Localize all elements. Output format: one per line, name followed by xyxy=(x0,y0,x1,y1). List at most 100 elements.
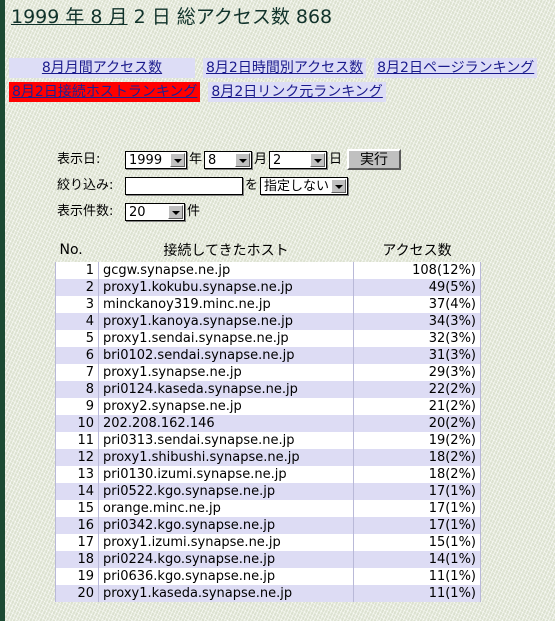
table-row: 7 proxy1.synapse.ne.jp 29(3%) xyxy=(55,364,481,381)
cell-rank: 14 xyxy=(55,483,99,500)
cell-rank: 16 xyxy=(55,517,99,534)
cell-rank: 19 xyxy=(55,568,99,585)
page-title: 1999 年 8 月 2 日 総アクセス数 868 xyxy=(11,5,332,29)
cell-host: pri0522.kgo.synapse.ne.jp xyxy=(98,483,354,500)
month-select-value: 8 xyxy=(208,152,217,168)
filter-label: 絞り込み: xyxy=(57,178,114,193)
nav-link-host-ranking-active[interactable]: 8月2日接続ホストランキング xyxy=(9,82,201,102)
header-no: No. xyxy=(59,242,83,258)
chevron-down-icon[interactable] xyxy=(168,204,183,219)
count-select-value: 20 xyxy=(129,204,146,220)
cell-access-count: 17(1%) xyxy=(353,483,481,500)
cell-access-count: 15(1%) xyxy=(353,534,481,551)
table-row: 3 minckanoy319.minc.ne.jp 37(4%) xyxy=(55,296,481,313)
day-select[interactable]: 2 xyxy=(269,150,328,169)
table-row: 9 proxy2.synapse.ne.jp 21(2%) xyxy=(55,398,481,415)
cell-rank: 1 xyxy=(55,262,99,279)
table-row: 19 pri0636.kgo.synapse.ne.jp 11(1%) xyxy=(55,568,481,585)
year-select-value: 1999 xyxy=(129,152,163,168)
nav-link-hourly-access[interactable]: 8月2日時間別アクセス数 xyxy=(203,58,367,78)
navigation-links: 8月月間アクセス数 8月2日時間別アクセス数 8月2日ページランキング 8月2日接続… xyxy=(9,58,549,106)
cell-host: proxy1.shibushi.synapse.ne.jp xyxy=(98,449,354,466)
form-row-count: 表示件数: 20 件 xyxy=(57,200,401,223)
cell-access-count: 20(2%) xyxy=(353,415,481,432)
ranking-table-head: No. 接続してきたホスト アクセス数 xyxy=(56,240,481,262)
cell-rank: 2 xyxy=(55,279,99,296)
form-row-filter: 絞り込み: を指定しない xyxy=(57,174,401,197)
cell-host: 202.208.162.146 xyxy=(98,415,354,432)
cell-host: proxy1.sendai.synapse.ne.jp xyxy=(98,330,354,347)
table-row: 11 pri0313.sendai.synapse.ne.jp 19(2%) xyxy=(55,432,481,449)
page-title-date: 1999 年 8 月 xyxy=(11,6,128,28)
ranking-table: No. 接続してきたホスト アクセス数 1 gcgw.synapse.ne.jp 1… xyxy=(55,240,481,602)
table-row: 4 proxy1.kanoya.synapse.ne.jp 34(3%) xyxy=(55,313,481,330)
day-unit-label: 日 xyxy=(329,152,343,167)
nav-link-monthly-access[interactable]: 8月月間アクセス数 xyxy=(9,58,195,78)
cell-rank: 6 xyxy=(55,347,99,364)
cell-access-count: 11(1%) xyxy=(353,568,481,585)
chevron-down-icon[interactable] xyxy=(235,152,251,167)
table-header-row: No. 接続してきたホスト アクセス数 xyxy=(56,240,481,262)
table-row: 5 proxy1.sendai.synapse.ne.jp 32(3%) xyxy=(55,330,481,347)
table-row: 15 orange.minc.ne.jp 17(1%) xyxy=(55,500,481,517)
table-row: 8 pri0124.kaseda.synapse.ne.jp 22(2%) xyxy=(55,381,481,398)
submit-button[interactable]: 実行 xyxy=(347,149,402,170)
cell-host: pri0224.kgo.synapse.ne.jp xyxy=(98,551,354,568)
cell-rank: 18 xyxy=(55,551,99,568)
cell-rank: 4 xyxy=(55,313,99,330)
cell-host: minckanoy319.minc.ne.jp xyxy=(98,296,354,313)
chevron-down-icon[interactable] xyxy=(331,178,347,193)
nav-link-page-ranking[interactable]: 8月2日ページランキング xyxy=(374,58,538,78)
chevron-down-icon[interactable] xyxy=(170,152,185,167)
nav-link-referrer-ranking[interactable]: 8月2日リンク元ランキング xyxy=(208,82,386,102)
cell-access-count: 18(2%) xyxy=(353,466,481,483)
cell-host: proxy1.izumi.synapse.ne.jp xyxy=(98,534,354,551)
cell-rank: 15 xyxy=(55,500,99,517)
ranking-table-body: 1 gcgw.synapse.ne.jp 108(12%) 2 proxy1.kokub… xyxy=(55,262,481,602)
cell-host: proxy1.synapse.ne.jp xyxy=(98,364,354,381)
cell-access-count: 17(1%) xyxy=(353,500,481,517)
cell-host: pri0130.izumi.synapse.ne.jp xyxy=(98,466,354,483)
cell-host: pri0342.kgo.synapse.ne.jp xyxy=(98,517,354,534)
cell-rank: 12 xyxy=(55,449,99,466)
cell-access-count: 31(3%) xyxy=(353,347,481,364)
year-select[interactable]: 1999 xyxy=(125,150,187,169)
table-row: 1 gcgw.synapse.ne.jp 108(12%) xyxy=(55,262,481,279)
table-row: 18 pri0224.kgo.synapse.ne.jp 14(1%) xyxy=(55,551,481,568)
cell-host: pri0313.sendai.synapse.ne.jp xyxy=(98,432,354,449)
filter-input[interactable] xyxy=(125,176,243,195)
header-count: アクセス数 xyxy=(382,243,452,259)
cell-access-count: 17(1%) xyxy=(353,517,481,534)
year-unit-label: 年 xyxy=(189,152,203,167)
cell-access-count: 18(2%) xyxy=(353,449,481,466)
left-border-strip xyxy=(0,0,5,621)
filter-mode-select[interactable]: 指定しない xyxy=(260,176,349,195)
ranking-table-wrapper: No. 接続してきたホスト アクセス数 1 gcgw.synapse.ne.jp 1… xyxy=(55,240,481,602)
table-row: 20 proxy1.kaseda.synapse.ne.jp 11(1%) xyxy=(55,585,481,602)
nav-row-2: 8月2日接続ホストランキング 8月2日リンク元ランキング xyxy=(9,82,549,104)
cell-rank: 7 xyxy=(55,364,99,381)
month-select[interactable]: 8 xyxy=(204,150,253,169)
table-row: 6 bri0102.sendai.synapse.ne.jp 31(3%) xyxy=(55,347,481,364)
nav-row-1: 8月月間アクセス数 8月2日時間別アクセス数 8月2日ページランキング xyxy=(9,58,549,80)
display-count-label: 表示件数: xyxy=(57,204,114,219)
table-row: 12 proxy1.shibushi.synapse.ne.jp 18(2%) xyxy=(55,449,481,466)
table-row: 17 proxy1.izumi.synapse.ne.jp 15(1%) xyxy=(55,534,481,551)
header-host: 接続してきたホスト xyxy=(163,243,289,259)
month-unit-label: 月 xyxy=(254,152,268,167)
form-row-date: 表示日: 1999 年 8 月 2 日実行 xyxy=(57,148,402,171)
count-select[interactable]: 20 xyxy=(125,202,185,221)
cell-host: proxy1.kokubu.synapse.ne.jp xyxy=(98,279,354,296)
cell-access-count: 29(3%) xyxy=(353,364,481,381)
table-row: 2 proxy1.kokubu.synapse.ne.jp 49(5%) xyxy=(55,279,481,296)
cell-rank: 10 xyxy=(55,415,99,432)
cell-access-count: 32(3%) xyxy=(353,330,481,347)
cell-rank: 20 xyxy=(55,585,99,602)
cell-rank: 3 xyxy=(55,296,99,313)
chevron-down-icon[interactable] xyxy=(310,152,326,167)
cell-access-count: 49(5%) xyxy=(353,279,481,296)
cell-rank: 17 xyxy=(55,534,99,551)
table-row: 10 202.208.162.146 20(2%) xyxy=(55,415,481,432)
cell-rank: 5 xyxy=(55,330,99,347)
filter-mode-value: 指定しない xyxy=(264,178,330,194)
